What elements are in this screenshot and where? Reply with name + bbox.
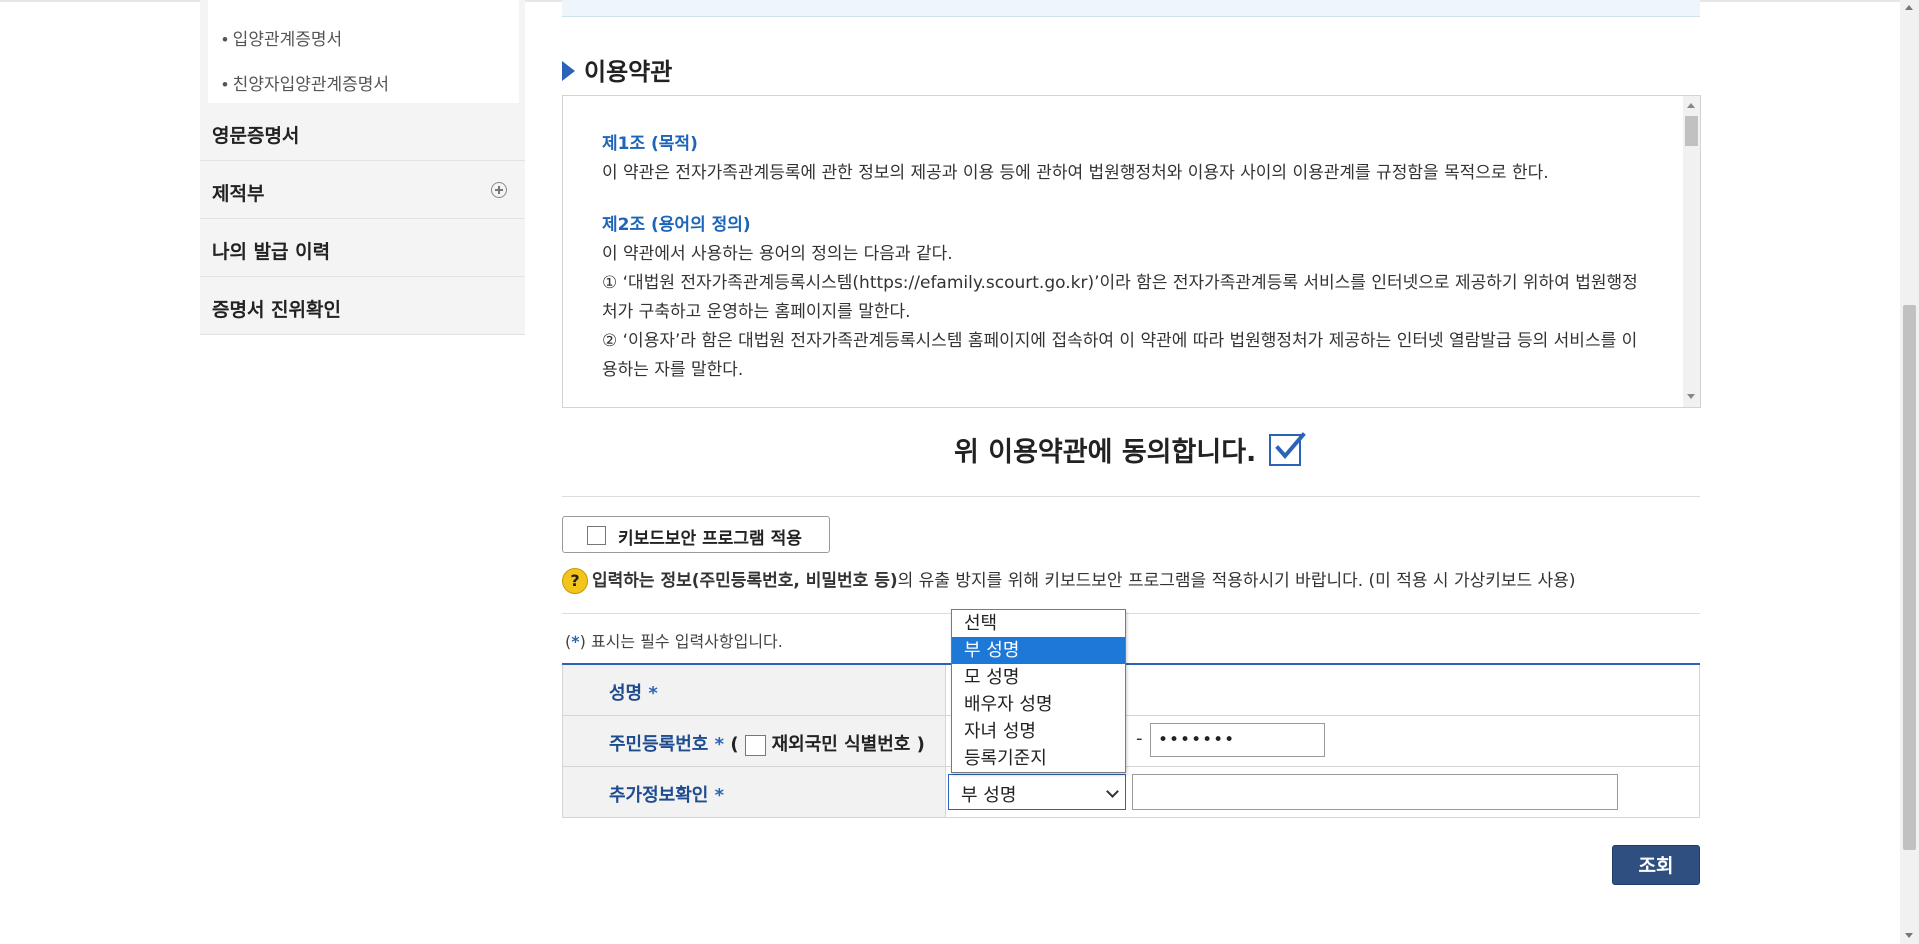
chevron-down-icon [1106, 785, 1119, 798]
article-2: 제2조 (용어의 정의) 이 약관에서 사용하는 용어의 정의는 다음과 같다.… [602, 211, 1652, 385]
required-star: * [648, 683, 658, 704]
extra-info-select-value: 부 성명 [961, 785, 1017, 806]
sidebar-item-label: 영문증명서 [212, 125, 300, 147]
plus-circle-icon[interactable] [491, 182, 507, 198]
article-title: 제2조 (용어의 정의) [602, 215, 751, 235]
sidebar-item-issue-history[interactable]: 나의 발급 이력 [200, 219, 525, 277]
agree-checkbox[interactable] [1269, 432, 1306, 466]
article-text: 이 약관에서 사용하는 용어의 정의는 다음과 같다. [602, 244, 953, 264]
sidebar-item-removed-register[interactable]: 제적부 [200, 161, 525, 219]
keyboard-security-label: 키보드보안 프로그램 적용 [618, 529, 802, 549]
terms-box[interactable]: 제1조 (목적) 이 약관은 전자가족관계등록에 관한 정보의 제공과 이용 등… [562, 95, 1701, 408]
extra-info-label: 추가정보확인 [609, 785, 709, 806]
sidebar-item-label: 제적부 [212, 183, 265, 205]
form-row-name: 성명 * [562, 665, 1700, 716]
keyboard-security-button[interactable]: 키보드보안 프로그램 적용 [562, 516, 830, 553]
notice-text: 의 유출 방지를 위해 키보드보안 프로그램을 적용하시기 바랍니다. (미 적… [897, 571, 1576, 591]
article-text: ① ‘대법원 전자가족관계등록시스템(https://efamily.scour… [602, 273, 1638, 322]
sidebar-item-label: 증명서 진위확인 [212, 299, 341, 321]
help-icon: ? [562, 568, 588, 594]
divider [562, 496, 1700, 497]
rrn-dash: - [1136, 728, 1143, 749]
extra-info-input[interactable] [1132, 774, 1618, 810]
rrn-back-input[interactable]: ••••••• [1150, 723, 1325, 757]
dropdown-option[interactable]: 모 성명 [952, 664, 1125, 691]
dropdown-option[interactable]: 등록기준지 [952, 745, 1125, 772]
info-box-bottom [562, 0, 1700, 17]
article-1: 제1조 (목적) 이 약관은 전자가족관계등록에 관한 정보의 제공과 이용 등… [602, 130, 1652, 188]
rrn-label: 주민등록번호 [609, 734, 709, 755]
checkmark-icon [1275, 432, 1306, 460]
article-text: ② ‘이용자’라 함은 대법원 전자가족관계등록시스템 홈페이지에 접속하여 이… [602, 331, 1638, 380]
keyboard-security-checkbox[interactable] [587, 526, 606, 545]
required-star: * [714, 734, 725, 755]
foreign-id-label: 재외국민 식별번호 [771, 734, 911, 755]
required-note: (*) 표시는 필수 입력사항입니다. [565, 632, 783, 651]
sidebar: • 입양관계증명서 • 친양자입양관계증명서 영문증명서 제적부 나의 발급 이… [200, 0, 525, 335]
divider [562, 613, 1700, 614]
dropdown-option[interactable]: 배우자 성명 [952, 691, 1125, 718]
sidebar-subitem-full-adoption[interactable]: • 친양자입양관계증명서 [222, 70, 389, 95]
name-label: 성명 [609, 683, 643, 704]
notice-bold: 입력하는 정보(주민등록번호, 비밀번호 등) [592, 571, 898, 591]
agree-label: 위 이용약관에 동의합니다. [954, 437, 1257, 468]
terms-section-title: 이용약관 [562, 52, 672, 87]
extra-info-dropdown[interactable]: 선택 부 성명 모 성명 배우자 성명 자녀 성명 등록기준지 [951, 609, 1126, 773]
page-scroll-thumb[interactable] [1903, 305, 1916, 850]
required-star: * [714, 785, 725, 806]
dropdown-option[interactable]: 선택 [952, 610, 1125, 637]
form-row-rrn: 주민등록번호 * (재외국민 식별번호 ) [562, 716, 1700, 767]
search-button[interactable]: 조회 [1612, 845, 1700, 885]
scroll-up-icon[interactable] [1687, 103, 1695, 108]
page-scrollbar[interactable] [1900, 0, 1919, 944]
sidebar-subitem-adoption[interactable]: • 입양관계증명서 [222, 25, 342, 50]
scroll-thumb[interactable] [1685, 116, 1698, 146]
sidebar-item-label: 나의 발급 이력 [212, 241, 331, 263]
foreign-id-checkbox[interactable] [744, 734, 766, 756]
triangle-bullet-icon [562, 61, 575, 81]
terms-scrollbar[interactable] [1683, 96, 1700, 407]
sidebar-item-cert-verify[interactable]: 증명서 진위확인 [200, 277, 525, 335]
keyboard-notice: ? 입력하는 정보(주민등록번호, 비밀번호 등)의 유출 방지를 위해 키보드보… [562, 566, 1575, 594]
dropdown-option-selected[interactable]: 부 성명 [952, 637, 1125, 664]
sidebar-submenu: • 입양관계증명서 • 친양자입양관계증명서 [200, 0, 525, 103]
terms-content: 제1조 (목적) 이 약관은 전자가족관계등록에 관한 정보의 제공과 이용 등… [602, 130, 1652, 407]
scroll-down-icon[interactable] [1905, 933, 1913, 938]
dropdown-option[interactable]: 자녀 성명 [952, 718, 1125, 745]
scroll-up-icon[interactable] [1905, 5, 1913, 10]
article-text: 이 약관은 전자가족관계등록에 관한 정보의 제공과 이용 등에 관하여 법원행… [602, 163, 1549, 183]
article-title: 제1조 (목적) [602, 134, 698, 154]
scroll-down-icon[interactable] [1687, 394, 1695, 399]
extra-info-select[interactable]: 부 성명 [948, 774, 1126, 810]
sidebar-item-english-cert[interactable]: 영문증명서 [200, 103, 525, 161]
